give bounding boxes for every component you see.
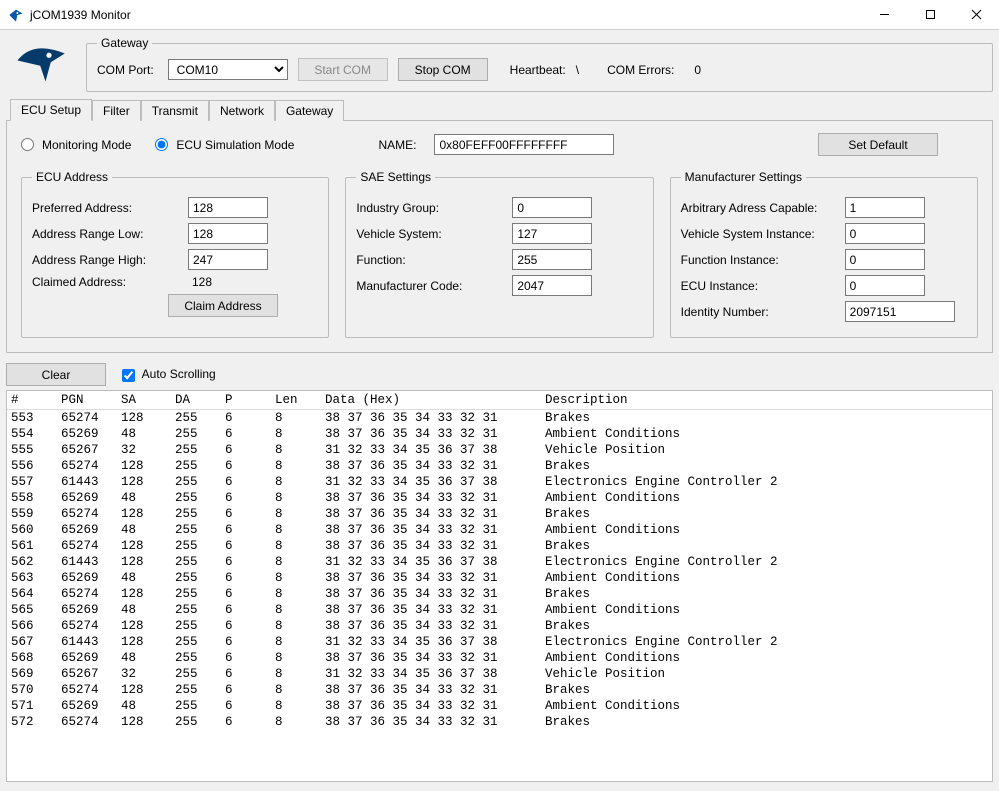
ecu-inst-field[interactable] [845,275,925,296]
table-row[interactable]: 564652741282556838 37 36 35 34 33 32 31B… [7,586,992,602]
client-area: Gateway COM Port: COM10 Start COM Stop C… [0,30,999,791]
product-logo [6,36,78,92]
ecu-address-group: ECU Address Preferred Address: Address R… [21,170,329,338]
table-row[interactable]: 55465269482556838 37 36 35 34 33 32 31Am… [7,426,992,442]
stop-com-button[interactable]: Stop COM [398,58,488,81]
tab-filter[interactable]: Filter [92,100,141,121]
main-tabstrip: ECU Setup Filter Transmit Network Gatewa… [6,98,993,120]
claim-address-button[interactable]: Claim Address [168,294,278,317]
log-table-container[interactable]: #PGNSADAPLenData (Hex)Description 553652… [6,390,993,782]
range-high-label: Address Range High: [32,253,182,267]
heartbeat-label: Heartbeat: [510,63,566,77]
tab-gateway[interactable]: Gateway [275,100,344,121]
mfg-code-field[interactable] [512,275,592,296]
claimed-address-label: Claimed Address: [32,275,182,289]
preferred-address-field[interactable] [188,197,268,218]
table-row[interactable]: 559652741282556838 37 36 35 34 33 32 31B… [7,506,992,522]
preferred-address-label: Preferred Address: [32,201,182,215]
table-row[interactable]: 56565269482556838 37 36 35 34 33 32 31Am… [7,602,992,618]
table-row[interactable]: 556652741282556838 37 36 35 34 33 32 31B… [7,458,992,474]
name-field[interactable] [434,134,614,155]
log-col-4[interactable]: P [221,391,271,410]
log-col-3[interactable]: DA [171,391,221,410]
table-row[interactable]: 55565267322556831 32 33 34 35 36 37 38Ve… [7,442,992,458]
tab-network[interactable]: Network [209,100,275,121]
tab-ecu-setup[interactable]: ECU Setup [10,99,92,121]
monitoring-mode-radio[interactable]: Monitoring Mode [21,138,131,152]
clear-log-button[interactable]: Clear [6,363,106,386]
function-label: Function: [356,253,506,267]
minimize-button[interactable] [861,0,907,29]
vehicle-system-label: Vehicle System: [356,227,506,241]
log-col-2[interactable]: SA [117,391,171,410]
ident-num-label: Identity Number: [681,305,839,319]
table-row[interactable]: 56365269482556838 37 36 35 34 33 32 31Am… [7,570,992,586]
comerrors-label: COM Errors: [607,63,674,77]
app-icon [8,7,24,23]
close-button[interactable] [953,0,999,29]
range-low-field[interactable] [188,223,268,244]
sae-settings-group: SAE Settings Industry Group: Vehicle Sys… [345,170,653,338]
industry-group-label: Industry Group: [356,201,506,215]
industry-group-field[interactable] [512,197,592,218]
simulation-mode-label: ECU Simulation Mode [176,138,294,152]
table-row[interactable]: 56865269482556838 37 36 35 34 33 32 31Am… [7,650,992,666]
gateway-group-label: Gateway [97,36,152,50]
func-inst-label: Function Instance: [681,253,839,267]
table-row[interactable]: 56965267322556831 32 33 34 35 36 37 38Ve… [7,666,992,682]
function-field[interactable] [512,249,592,270]
ecu-inst-label: ECU Instance: [681,279,839,293]
simulation-mode-radio[interactable]: ECU Simulation Mode [155,138,294,152]
tab-transmit[interactable]: Transmit [141,100,209,121]
name-label: NAME: [378,138,416,152]
log-table: #PGNSADAPLenData (Hex)Description 553652… [7,391,992,730]
table-row[interactable]: 562614431282556831 32 33 34 35 36 37 38E… [7,554,992,570]
comport-label: COM Port: [97,63,154,77]
table-row[interactable]: 55865269482556838 37 36 35 34 33 32 31Am… [7,490,992,506]
set-default-button[interactable]: Set Default [818,133,938,156]
window-title: jCOM1939 Monitor [30,8,861,22]
comport-select[interactable]: COM10 [168,59,288,80]
comerrors-value: 0 [694,63,701,77]
auto-scrolling-label: Auto Scrolling [142,367,216,381]
auto-scrolling-checkbox[interactable]: Auto Scrolling [122,367,216,381]
start-com-button[interactable]: Start COM [298,58,388,81]
table-row[interactable]: 557614431282556831 32 33 34 35 36 37 38E… [7,474,992,490]
mfg-code-label: Manufacturer Code: [356,279,506,293]
table-row[interactable]: 56065269482556838 37 36 35 34 33 32 31Am… [7,522,992,538]
log-col-6[interactable]: Data (Hex) [321,391,541,410]
manufacturer-settings-group-label: Manufacturer Settings [681,170,806,184]
log-col-5[interactable]: Len [271,391,321,410]
table-row[interactable]: 567614431282556831 32 33 34 35 36 37 38E… [7,634,992,650]
table-row[interactable]: 566652741282556838 37 36 35 34 33 32 31B… [7,618,992,634]
heartbeat-value: \ [576,63,579,77]
table-row[interactable]: 561652741282556838 37 36 35 34 33 32 31B… [7,538,992,554]
manufacturer-settings-group: Manufacturer Settings Arbitrary Adress C… [670,170,978,338]
monitoring-mode-label: Monitoring Mode [42,138,131,152]
range-low-label: Address Range Low: [32,227,182,241]
sae-settings-group-label: SAE Settings [356,170,435,184]
tabpage-ecu-setup: Monitoring Mode ECU Simulation Mode NAME… [6,120,993,353]
range-high-field[interactable] [188,249,268,270]
log-col-7[interactable]: Description [541,391,992,410]
claimed-address-value: 128 [188,275,212,289]
log-col-0[interactable]: # [7,391,57,410]
veh-sys-inst-field[interactable] [845,223,925,244]
ecu-address-group-label: ECU Address [32,170,112,184]
arb-addr-label: Arbitrary Adress Capable: [681,201,839,215]
table-row[interactable]: 553652741282556838 37 36 35 34 33 32 31B… [7,410,992,427]
table-row[interactable]: 570652741282556838 37 36 35 34 33 32 31B… [7,682,992,698]
titlebar: jCOM1939 Monitor [0,0,999,30]
func-inst-field[interactable] [845,249,925,270]
table-row[interactable]: 57165269482556838 37 36 35 34 33 32 31Am… [7,698,992,714]
log-col-1[interactable]: PGN [57,391,117,410]
ident-num-field[interactable] [845,301,955,322]
arb-addr-field[interactable] [845,197,925,218]
maximize-button[interactable] [907,0,953,29]
gateway-group: Gateway COM Port: COM10 Start COM Stop C… [86,36,993,92]
veh-sys-inst-label: Vehicle System Instance: [681,227,839,241]
vehicle-system-field[interactable] [512,223,592,244]
table-row[interactable]: 572652741282556838 37 36 35 34 33 32 31B… [7,714,992,730]
